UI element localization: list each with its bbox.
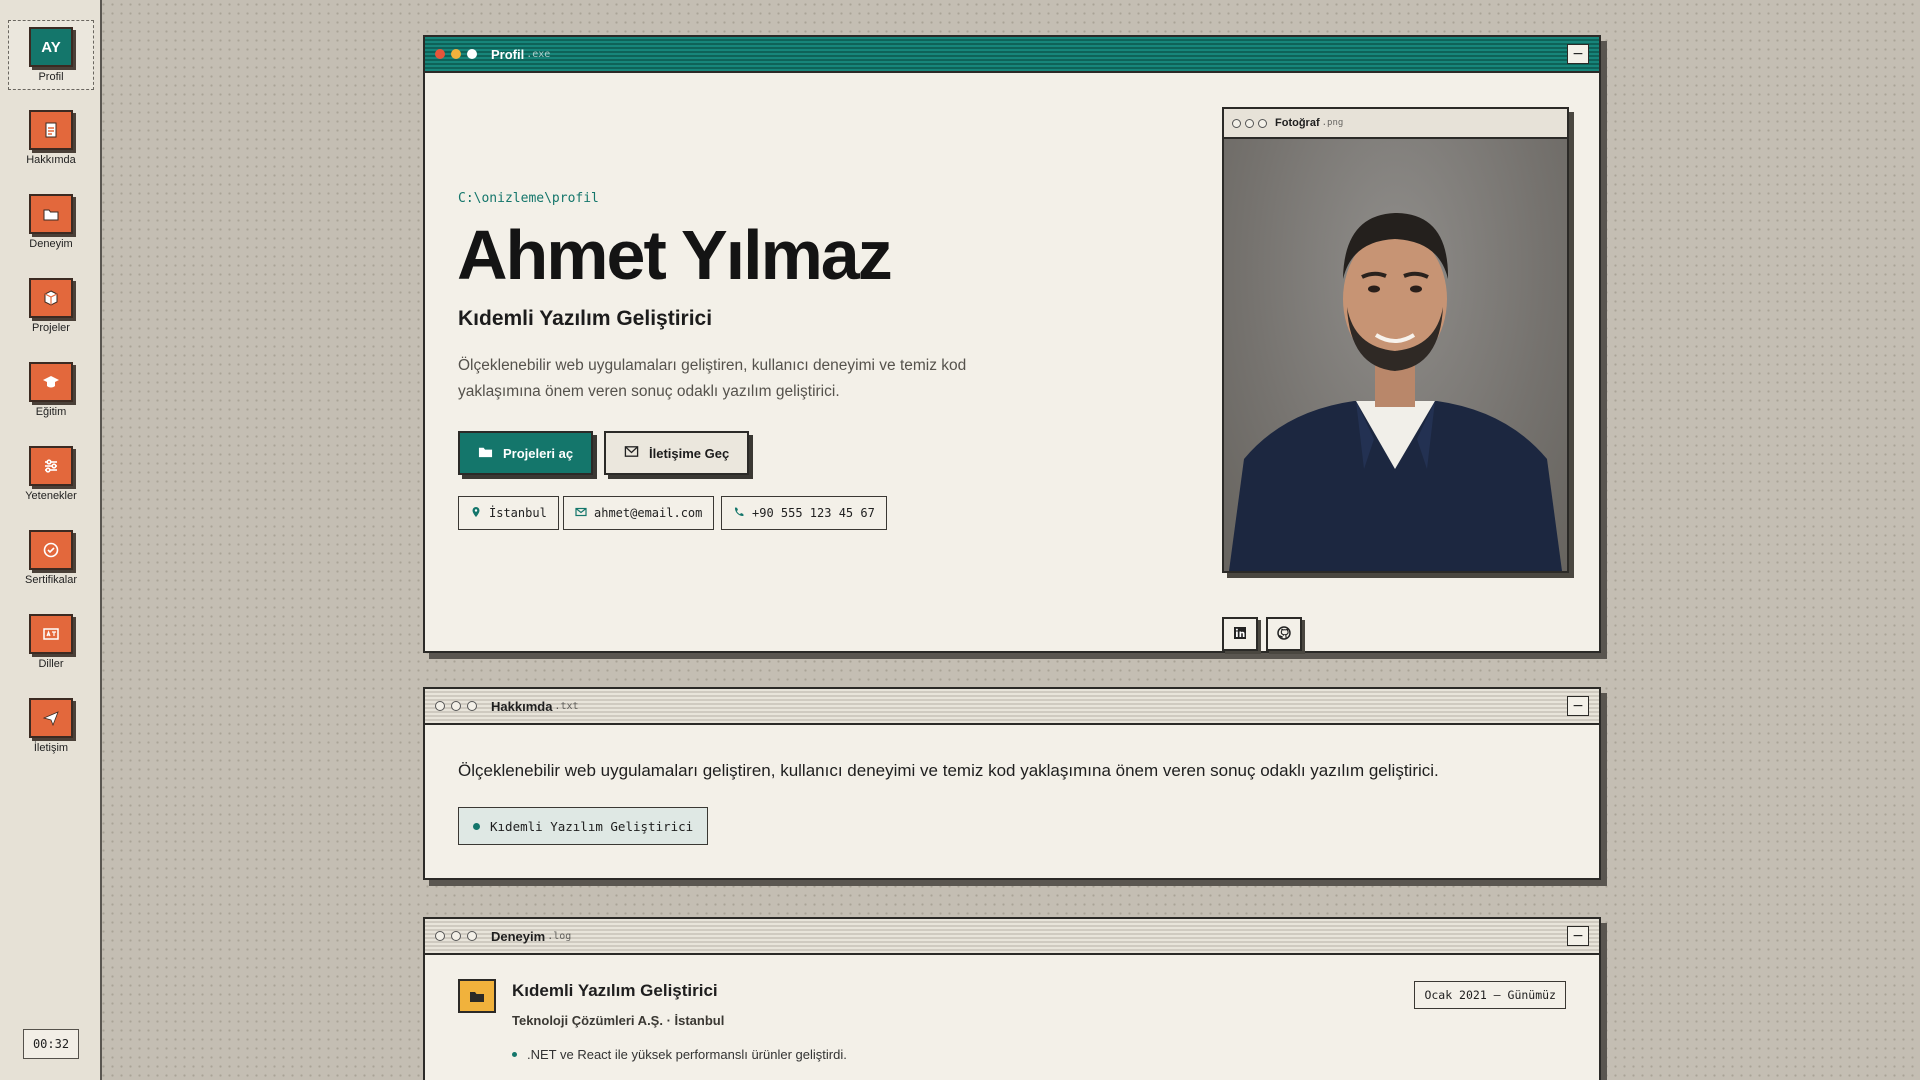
dock-label: Eğitim [35,406,67,418]
profile-description: Ölçeklenebilir web uygulamaları geliştir… [458,357,967,400]
folder-open-icon [29,194,73,234]
language-icon [29,614,73,654]
job-company: Teknoloji Çözümleri A.Ş. · İstanbul [512,1013,725,1028]
job-date-badge: Ocak 2021 — Günümüz [1414,981,1566,1009]
minimize-dot[interactable] [451,49,461,59]
window-title: Hakkımda [491,698,553,714]
dock-label: Diller [38,658,64,670]
send-icon [29,698,73,738]
close-dot[interactable] [435,49,445,59]
dock-item-diller[interactable]: Diller [8,608,94,678]
dock-item-hakkimda[interactable]: Hakkımda [8,104,94,174]
profile-window-titlebar[interactable]: Profil .exe − [425,37,1599,73]
file-path: C:\onizleme\profil [458,191,599,206]
window-dot [467,701,477,711]
window-title: Profil [491,46,525,62]
check-circle-icon [29,530,73,570]
folder-open-icon [478,444,493,462]
package-icon [29,278,73,318]
profile-window: Profil .exe − C:\onizleme\profil Ahmet Y… [423,35,1601,653]
photo-window-title: Fotoğraf [1275,117,1320,129]
dock-label: Projeler [32,322,70,334]
window-title: Deneyim [491,928,546,944]
linkedin-icon [1233,625,1247,644]
profile-photo [1224,139,1567,571]
minimize-button[interactable]: − [1567,696,1589,716]
window-ext: .log [547,930,572,942]
location-chip: İstanbul [458,496,559,530]
document-icon [29,110,73,150]
about-window: Hakkımda .txt − Ölçeklenebilir web uygul… [423,687,1601,880]
window-dot [435,701,445,711]
dock-label: Yetenekler [25,490,77,502]
dock-label: Sertifikalar [25,574,77,586]
window-dot [451,931,461,941]
linkedin-button[interactable] [1222,617,1258,651]
sliders-icon [29,446,73,486]
mail-icon [624,444,639,462]
window-dot [1232,118,1241,128]
open-projects-label: Projeleri aç [503,445,574,461]
dock-label: Profil [38,71,64,83]
email-chip[interactable]: ahmet@email.com [563,496,715,530]
email-text: ahmet@email.com [594,506,703,520]
role-title: Kıdemli Yazılım Geliştirici [458,307,713,330]
job-title: Kıdemli Yazılım Geliştirici [512,981,718,1000]
window-dot [467,931,477,941]
location-text: İstanbul [489,506,547,520]
bullet-dot [473,822,480,830]
photo-window: Fotoğraf .png [1222,107,1569,573]
dock-label: Deneyim [29,238,73,250]
dock-label: Hakkımda [26,154,76,166]
map-pin-icon [470,506,482,521]
page-title: Ahmet Yılmaz [457,216,893,294]
bullet-dot [512,1052,517,1057]
role-tag: Kıdemli Yazılım Geliştirici [458,807,709,845]
dock-item-deneyim[interactable]: Deneyim [8,188,94,258]
open-projects-button[interactable]: Projeleri aç [458,431,594,475]
window-dot [435,931,445,941]
dock-label: İletişim [33,742,69,754]
window-dot [1245,118,1254,128]
dock-item-profil[interactable]: AY Profil [8,20,94,90]
dock-item-yetenekler[interactable]: Yetenekler [8,440,94,510]
experience-window: Deneyim .log − Kıdemli Yazılım Geliştiri… [423,917,1601,1080]
experience-window-titlebar[interactable]: Deneyim .log − [425,919,1599,955]
dock-item-iletisim[interactable]: İletişim [8,692,94,762]
photo-window-titlebar[interactable]: Fotoğraf .png [1224,109,1567,139]
role-tag-label: Kıdemli Yazılım Geliştirici [490,818,694,834]
phone-icon [733,506,745,521]
about-text: Ölçeklenebilir web uygulamaları geliştir… [458,761,1439,780]
photo-window-ext: .png [1321,118,1344,128]
window-ext: .txt [554,700,579,712]
contact-label: İletişime Geç [649,445,730,461]
dock-item-egitim[interactable]: Eğitim [8,356,94,426]
dock-item-sertifikalar[interactable]: Sertifikalar [8,524,94,594]
dock-item-projeler[interactable]: Projeler [8,272,94,342]
minimize-button[interactable]: − [1567,44,1589,64]
phone-chip[interactable]: +90 555 123 45 67 [721,496,887,530]
mail-icon [575,506,587,521]
phone-text: +90 555 123 45 67 [752,506,875,520]
list-item-text: .NET ve React ile yüksek performanslı ür… [527,1047,847,1062]
about-window-titlebar[interactable]: Hakkımda .txt − [425,689,1599,725]
github-button[interactable] [1266,617,1302,651]
window-dot [451,701,461,711]
sidebar-dock: AY Profil Hakkımda Deneyim Projeler Eğit… [0,0,102,1080]
github-icon [1277,625,1291,644]
graduation-cap-icon [29,362,73,402]
maximize-dot[interactable] [467,49,477,59]
clock: 00:32 [23,1029,79,1059]
folder-open-icon [458,979,496,1013]
list-item: .NET ve React ile yüksek performanslı ür… [512,1047,847,1062]
window-ext: .exe [526,48,551,60]
contact-button[interactable]: İletişime Geç [604,431,750,475]
minimize-button[interactable]: − [1567,926,1589,946]
avatar: AY [29,27,73,67]
window-dot [1258,118,1267,128]
